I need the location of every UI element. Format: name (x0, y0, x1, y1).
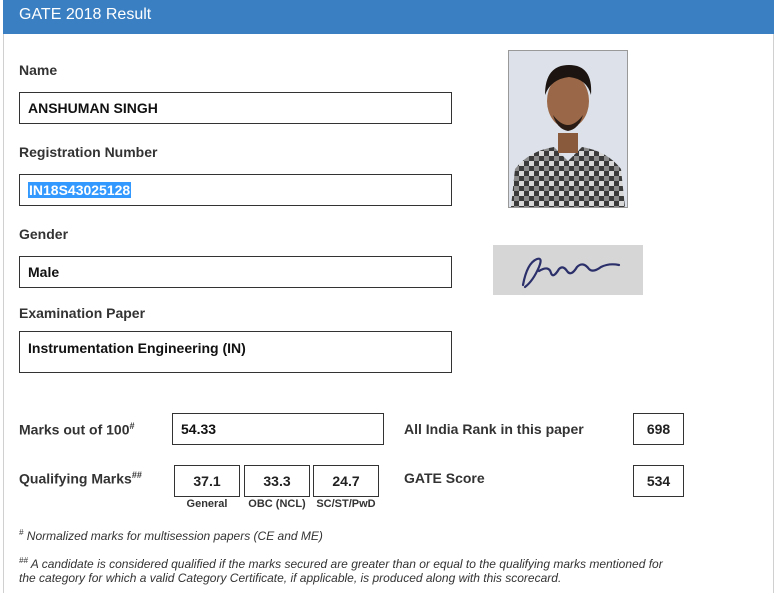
qualifying-general-value: 37.1 (174, 465, 240, 497)
page-title: GATE 2018 Result (19, 6, 152, 23)
footnote-2-line1: A candidate is considered qualified if t… (27, 557, 663, 571)
gender-value: Male (28, 264, 60, 280)
footnote-qualified: ## A candidate is considered qualified i… (19, 554, 719, 585)
qualifying-obc-value: 33.3 (244, 465, 310, 497)
footnote-2-line2: the category for which a valid Category … (19, 571, 562, 585)
footnote-1-text: Normalized marks for multisession papers… (23, 529, 323, 543)
marks-label-text: Marks out of 100 (19, 421, 130, 438)
qualifying-obc-caption: OBC (NCL) (248, 498, 306, 510)
marks-label: Marks out of 100# (19, 421, 135, 438)
candidate-photo (508, 50, 628, 208)
gate-score-label: GATE Score (404, 470, 485, 486)
name-field: ANSHUMAN SINGH (19, 92, 452, 124)
qualifying-sc-value: 24.7 (313, 465, 379, 497)
gender-label: Gender (19, 226, 69, 242)
marks-value: 54.33 (181, 421, 217, 437)
qualifying-label-text: Qualifying Marks (19, 470, 132, 487)
candidate-signature (493, 245, 643, 295)
rank-label: All India Rank in this paper (404, 421, 584, 437)
registration-value[interactable]: IN18S43025128 (28, 182, 132, 198)
qualifying-footnote-mark: ## (131, 470, 142, 480)
footnote-normalized: # Normalized marks for multisession pape… (19, 526, 323, 543)
marks-footnote-mark: # (129, 421, 135, 431)
qualifying-label: Qualifying Marks## (19, 470, 142, 487)
name-value: ANSHUMAN SINGH (28, 100, 158, 116)
qualifying-general-caption: General (186, 498, 228, 510)
signature-image (521, 257, 621, 289)
paper-value: Instrumentation Engineering (IN) (28, 340, 246, 356)
paper-field: Instrumentation Engineering (IN) (19, 331, 452, 373)
result-header: GATE 2018 Result (3, 0, 774, 34)
footnote-2-mark: ## (19, 556, 28, 565)
result-card (3, 0, 774, 593)
gate-score-value: 534 (633, 465, 684, 497)
photo-image (509, 51, 627, 207)
registration-label: Registration Number (19, 144, 158, 160)
rank-value: 698 (633, 413, 684, 445)
name-label: Name (19, 62, 58, 78)
marks-field: 54.33 (172, 413, 384, 445)
paper-label: Examination Paper (19, 305, 146, 321)
gender-field: Male (19, 256, 452, 288)
qualifying-sc-caption: SC/ST/PwD (316, 498, 376, 510)
registration-field[interactable]: IN18S43025128 (19, 174, 452, 206)
